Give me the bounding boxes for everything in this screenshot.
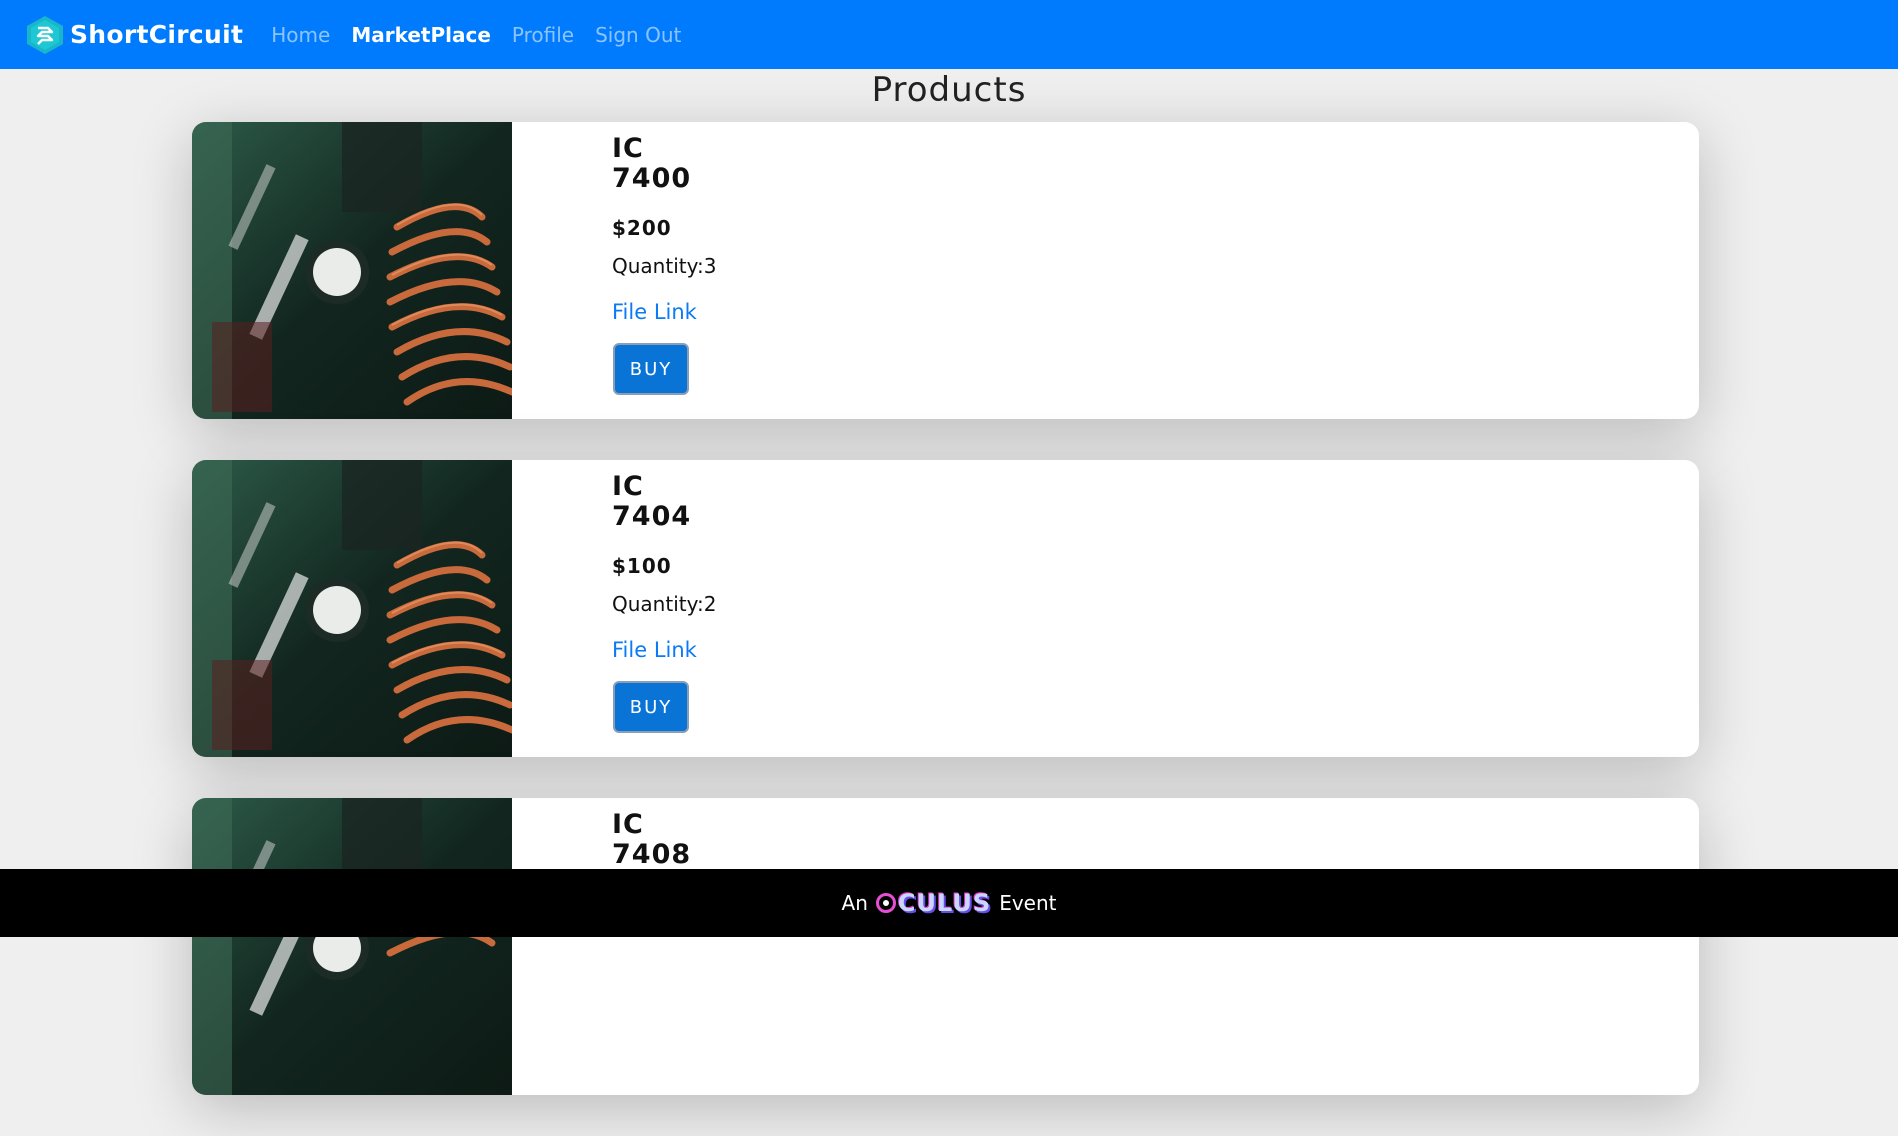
product-image: [192, 798, 512, 1095]
product-list: IC 7400 $200 Quantity:3 File Link BUY IC…: [192, 122, 1699, 1136]
product-quantity: Quantity:2: [612, 592, 717, 616]
product-image: [192, 122, 512, 419]
product-title-line-1: IC: [612, 809, 644, 840]
buy-button[interactable]: BUY: [613, 681, 689, 733]
product-image: [192, 460, 512, 757]
footer-prefix: An: [841, 891, 868, 915]
nav-marketplace[interactable]: MarketPlace: [351, 23, 491, 47]
product-card: IC 7408: [192, 798, 1699, 1095]
shortcircuit-logo-icon: [27, 15, 63, 54]
product-title-line-2: 7400: [612, 163, 692, 194]
buy-button[interactable]: BUY: [613, 343, 689, 395]
nav-profile[interactable]: Profile: [512, 23, 574, 47]
product-price: $100: [612, 554, 672, 578]
product-details: IC 7408: [612, 810, 691, 870]
file-link[interactable]: File Link: [612, 300, 697, 324]
file-link[interactable]: File Link: [612, 638, 697, 662]
footer: An CULUS Event: [0, 869, 1898, 937]
page-title: Products: [871, 70, 1027, 110]
oculus-eye-icon: [875, 893, 896, 913]
nav-sign-out[interactable]: Sign Out: [595, 23, 681, 47]
oculus-logo: CULUS: [875, 889, 992, 917]
oculus-logo-text: CULUS: [897, 889, 992, 917]
product-card: IC 7400 $200 Quantity:3 File Link BUY: [192, 122, 1699, 419]
product-title-line-1: IC: [612, 471, 644, 502]
product-details: IC 7404 $100 Quantity:2 File Link BUY: [612, 472, 716, 733]
navbar: ShortCircuit Home MarketPlace Profile Si…: [0, 0, 1898, 69]
product-title-line-1: IC: [612, 133, 644, 164]
product-quantity: Quantity:3: [612, 254, 717, 278]
footer-suffix: Event: [999, 891, 1057, 915]
product-title-line-2: 7408: [612, 839, 692, 870]
product-title-line-2: 7404: [612, 501, 692, 532]
product-title: IC 7400: [612, 134, 716, 194]
brand[interactable]: ShortCircuit: [24, 14, 243, 56]
product-card: IC 7404 $100 Quantity:2 File Link BUY: [192, 460, 1699, 757]
nav-home[interactable]: Home: [271, 23, 330, 47]
product-title: IC 7404: [612, 472, 716, 532]
product-details: IC 7400 $200 Quantity:3 File Link BUY: [612, 134, 716, 395]
brand-name: ShortCircuit: [70, 20, 244, 49]
nav-links: Home MarketPlace Profile Sign Out: [271, 23, 702, 47]
product-price: $200: [612, 216, 672, 240]
product-title: IC 7408: [612, 810, 691, 870]
